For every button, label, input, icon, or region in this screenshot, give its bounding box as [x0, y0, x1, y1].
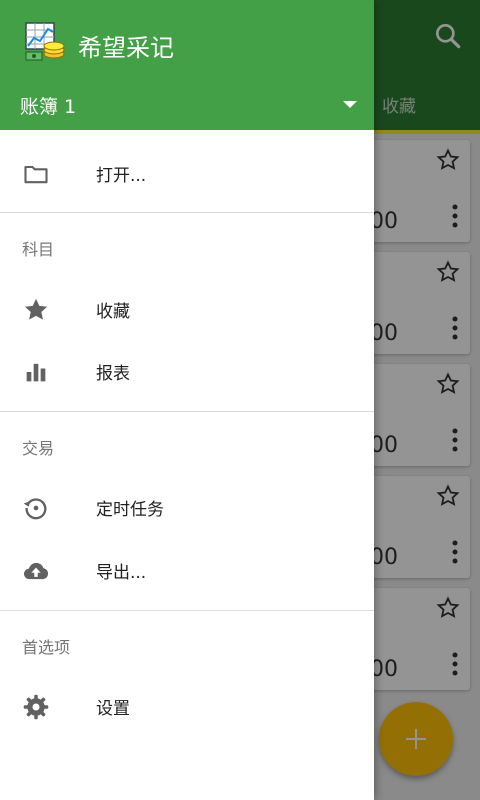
dropdown-arrow-icon — [343, 101, 357, 108]
drawer-item-scheduled[interactable]: 定时任务 — [0, 476, 374, 538]
drawer-item-open[interactable]: 打开... — [0, 142, 374, 204]
drawer-item-favorites[interactable]: 收藏 — [0, 278, 374, 340]
app-logo-icon — [25, 22, 65, 61]
divider — [0, 411, 374, 412]
star-icon — [25, 298, 48, 320]
cloud-upload-icon — [23, 562, 49, 580]
drawer-item-export[interactable]: 导出... — [0, 539, 374, 601]
section-header-preferences: 首选项 — [22, 638, 71, 657]
drawer-item-label: 收藏 — [96, 302, 130, 322]
drawer-item-label: 导出... — [96, 563, 147, 583]
folder-icon — [24, 165, 48, 184]
drawer-header: 希望采记 账簿 1 — [0, 0, 374, 130]
drawer-item-label: 报表 — [96, 364, 130, 384]
drawer-item-label: 定时任务 — [96, 500, 164, 520]
drawer-item-settings[interactable]: 设置 — [0, 675, 374, 737]
gear-icon — [23, 694, 49, 720]
app-name: 希望采记 — [78, 34, 174, 62]
navigation-drawer: 希望采记 账簿 1 打开... 科目 收藏 报表 交易 定时任务 导出... 首… — [0, 0, 374, 800]
drawer-item-label: 设置 — [96, 699, 130, 719]
book-selector[interactable]: 账簿 1 — [0, 84, 374, 128]
section-header-accounts: 科目 — [22, 240, 55, 259]
divider — [0, 610, 374, 611]
divider — [0, 212, 374, 213]
drawer-item-reports[interactable]: 报表 — [0, 340, 374, 402]
book-name: 账簿 1 — [20, 96, 77, 118]
section-header-transactions: 交易 — [22, 439, 55, 458]
history-icon — [23, 498, 47, 520]
bar-chart-icon — [26, 363, 46, 382]
drawer-item-label: 打开... — [96, 166, 147, 186]
